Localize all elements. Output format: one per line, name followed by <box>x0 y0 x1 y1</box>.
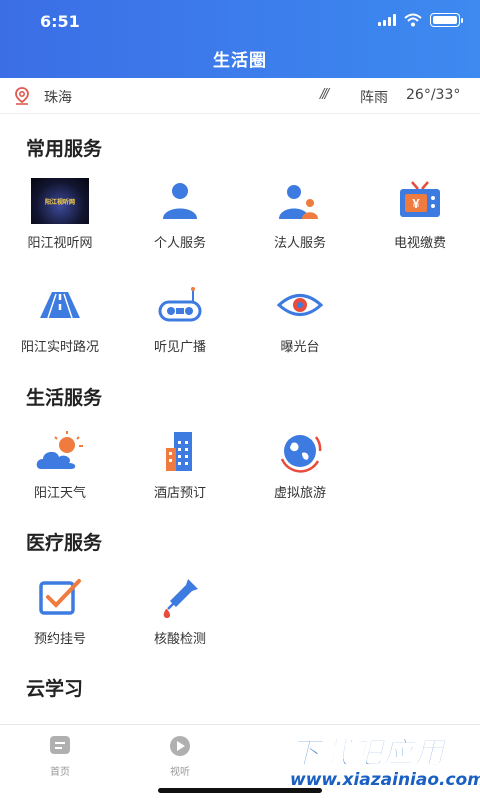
service-tv-payment[interactable]: ¥ 电视缴费 <box>365 178 475 251</box>
service-legal-entity[interactable]: 法人服务 <box>245 178 355 251</box>
page-title: 生活圈 <box>213 51 267 71</box>
home-indicator <box>158 788 322 793</box>
yangjiang-av-logo: 阳江视听网 <box>31 178 89 224</box>
play-tab-icon <box>170 736 190 756</box>
service-hotel[interactable]: 酒店预订 <box>125 428 235 501</box>
app-header: 6:51 生活圈 <box>0 0 480 78</box>
dropper-icon <box>163 579 198 618</box>
service-radio[interactable]: 听见广播 <box>125 282 235 355</box>
service-appointment[interactable]: 预约挂号 <box>5 574 115 647</box>
weather-temperature: 26°/33° <box>406 87 461 103</box>
road-icon <box>40 292 80 319</box>
tab-home[interactable]: 首页 <box>20 735 100 778</box>
battery-icon <box>430 13 463 27</box>
section-title-cloud: 云学习 <box>26 678 84 700</box>
service-virtual-tour[interactable]: 虚拟旅游 <box>245 428 355 501</box>
home-tab-icon <box>50 736 70 754</box>
globe-icon <box>280 435 322 473</box>
rain-icon: /// <box>320 87 329 102</box>
radio-icon <box>158 287 202 322</box>
city-label[interactable]: 珠海 <box>44 87 72 107</box>
service-nucleic-test[interactable]: 核酸检测 <box>125 574 235 647</box>
section-title-life: 生活服务 <box>26 387 103 409</box>
weather-icon <box>36 431 83 469</box>
status-icons <box>378 13 463 27</box>
section-title-medical: 医疗服务 <box>26 532 103 554</box>
location-weather-bar: 珠海 /// 阵雨 26°/33° <box>0 78 480 114</box>
tab-video[interactable]: 视听 <box>140 735 220 778</box>
eye-icon <box>277 294 323 316</box>
section-title-common: 常用服务 <box>26 138 103 160</box>
wifi-icon <box>404 13 422 27</box>
service-weather[interactable]: 阳江天气 <box>5 428 115 501</box>
checkbox-icon <box>39 579 81 615</box>
hotel-building-icon <box>166 432 192 471</box>
person-icon <box>163 183 197 219</box>
service-exposure[interactable]: 曝光台 <box>245 282 355 355</box>
location-pin-icon <box>15 87 29 105</box>
service-yangjiang-av[interactable]: 阳江视听网 阳江视听网 <box>5 178 115 251</box>
service-traffic[interactable]: 阳江实时路况 <box>5 282 115 355</box>
status-time: 6:51 <box>40 12 80 31</box>
tv-payment-icon: ¥ <box>400 181 440 217</box>
weather-condition: 阵雨 <box>360 90 388 106</box>
legal-person-icon <box>279 185 318 219</box>
service-personal[interactable]: 个人服务 <box>125 178 235 251</box>
signal-icon <box>378 14 396 26</box>
svg-text:¥: ¥ <box>412 196 420 211</box>
